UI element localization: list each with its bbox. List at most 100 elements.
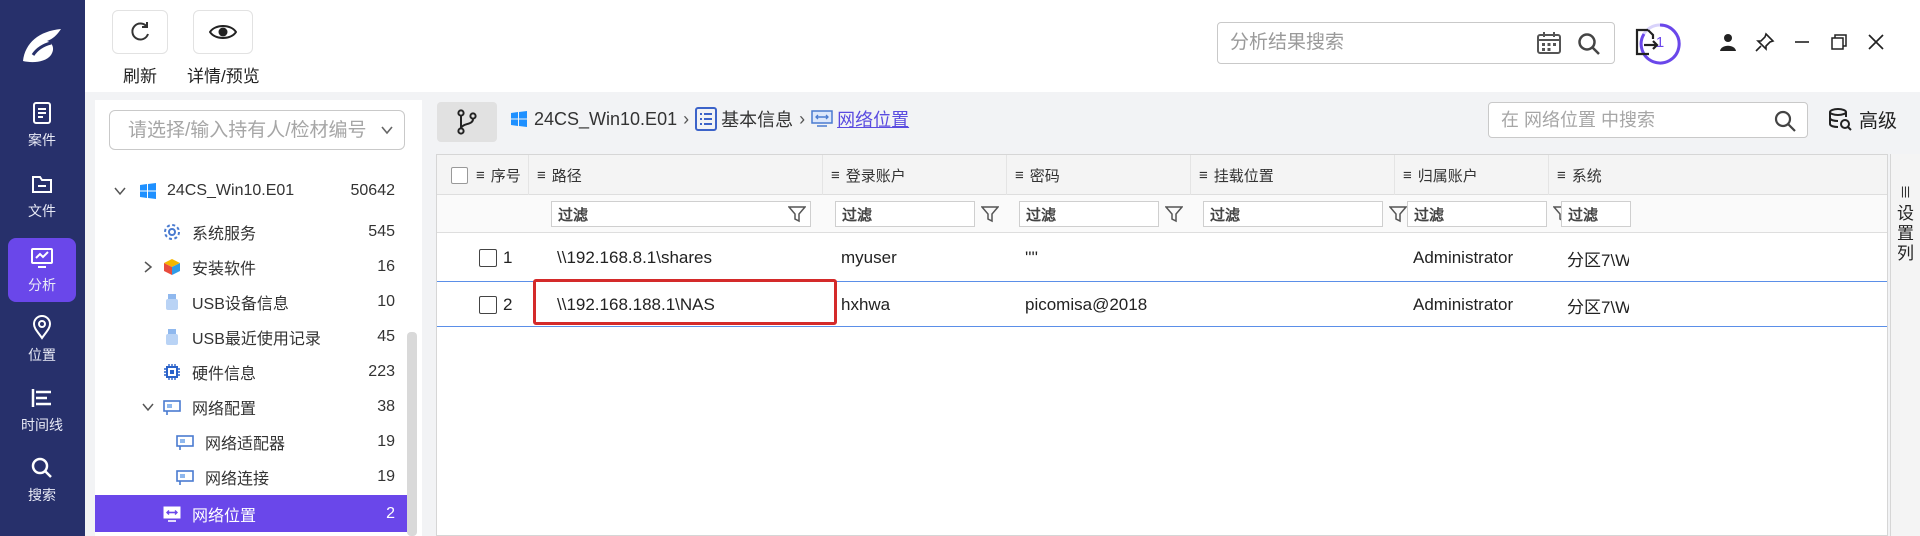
export-icon[interactable] (1632, 28, 1660, 56)
cell-owner[interactable]: Administrator (1413, 235, 1543, 281)
cell-password[interactable]: picomisa@2018 (1025, 282, 1185, 328)
filter-mount[interactable]: 过滤 (1203, 201, 1383, 227)
filter-path[interactable]: 过滤 (551, 201, 811, 227)
analysis-result-search[interactable] (1217, 22, 1615, 64)
usb-icon (166, 328, 178, 345)
tree-item-usb-recent[interactable]: USB最近使用记录 45 (95, 319, 407, 354)
tree-item-hardware[interactable]: 硬件信息 223 (95, 354, 407, 389)
tree-item-system-services[interactable]: 系统服务 545 (95, 214, 407, 249)
cell-login-account[interactable]: myuser (841, 235, 1001, 281)
tree-item-count: 10 (377, 292, 395, 310)
filter-icon[interactable] (1389, 205, 1407, 223)
search-icon[interactable] (1773, 109, 1797, 133)
drag-handle-icon: ≡ (1403, 166, 1412, 184)
table-row[interactable]: 1 \\192.168.8.1\shares myuser '''' Admin… (437, 235, 1887, 281)
table-search-input[interactable] (1501, 110, 1761, 131)
breadcrumb-current[interactable]: 网络位置 (837, 106, 909, 132)
drag-handle-icon: ≡ (831, 166, 840, 184)
col-label: 路径 (551, 167, 582, 185)
nav-case[interactable]: 案件 (8, 93, 76, 157)
case-icon (33, 102, 51, 124)
tree-item-network-adapters[interactable]: 网络适配器 19 (95, 424, 407, 459)
close-icon[interactable] (1862, 28, 1890, 56)
cell-mount[interactable] (1209, 282, 1389, 328)
analysis-search-input[interactable] (1230, 32, 1520, 54)
col-header-password[interactable]: ≡ 密码 (1007, 155, 1191, 195)
filter-password[interactable]: 过滤 (1019, 201, 1159, 227)
tree-item-network-config[interactable]: 网络配置 38 (95, 389, 407, 424)
nav-analysis[interactable]: 分析 (8, 238, 76, 302)
col-header-owner[interactable]: ≡ 归属账户 (1395, 155, 1549, 195)
tree-item-usb-devices[interactable]: USB设备信息 10 (95, 284, 407, 319)
breadcrumb-middle[interactable]: 基本信息 (721, 106, 793, 132)
cell-system[interactable]: 分区7\W (1567, 282, 1629, 328)
nav-search-label: 搜索 (28, 487, 56, 503)
tree-item-network-locations[interactable]: 网络位置 2 (95, 495, 407, 532)
table-search[interactable] (1488, 102, 1808, 138)
row-index: 2 (503, 295, 513, 314)
nav-case-label: 案件 (28, 132, 56, 148)
filter-icon[interactable] (1165, 205, 1183, 223)
minimize-icon[interactable] (1788, 28, 1816, 56)
list-doc-icon (695, 107, 718, 131)
calendar-icon[interactable] (1536, 31, 1562, 55)
search-icon (31, 457, 52, 478)
filter-system[interactable]: 过滤 (1561, 201, 1631, 227)
cell-owner[interactable]: Administrator (1413, 282, 1543, 328)
nav-location[interactable]: 位置 (8, 308, 76, 372)
detail-preview-button[interactable]: 详情/预览 (187, 10, 260, 87)
tree-item-label: 网络连接 (205, 470, 270, 488)
col-header-index[interactable]: ≡ 序号 (437, 155, 529, 195)
cell-password[interactable]: '''' (1025, 235, 1185, 281)
nav-search[interactable]: 搜索 (8, 448, 76, 512)
user-icon[interactable] (1714, 28, 1742, 56)
chevron-down-icon[interactable] (113, 184, 127, 198)
pin-icon[interactable] (1751, 28, 1779, 56)
main-content: 24CS_Win10.E01 › 基本信息 › 网络位置 高级 ≡ 序号 ≡ (432, 92, 1920, 536)
row-checkbox[interactable] (479, 249, 497, 267)
tree-item-installed-software[interactable]: 安装软件 16 (95, 249, 407, 284)
breadcrumb-root[interactable]: 24CS_Win10.E01 (534, 109, 677, 130)
col-header-mount[interactable]: ≡ 挂载位置 (1191, 155, 1395, 195)
branch-toggle-button[interactable] (437, 102, 497, 142)
tree-item-count: 16 (377, 257, 395, 275)
cell-login-account[interactable]: hxhwa (841, 282, 1001, 328)
col-label: 登录账户 (845, 167, 906, 185)
cell-path[interactable]: \\192.168.8.1\shares (557, 235, 817, 281)
row-checkbox[interactable] (479, 296, 497, 314)
nav-files[interactable]: 文件 (8, 164, 76, 228)
tree-item-evidence-root[interactable]: 24CS_Win10.E01 50642 (95, 173, 407, 208)
restore-icon[interactable] (1825, 28, 1853, 56)
drag-handle-icon: ≡ (1199, 166, 1208, 184)
network-card-icon (163, 399, 181, 415)
gear-icon (164, 223, 180, 240)
filter-icon[interactable] (788, 205, 806, 223)
col-header-system[interactable]: ≡ 系统 (1549, 155, 1629, 195)
filter-icon[interactable] (981, 205, 999, 223)
holder-evidence-select[interactable] (109, 110, 405, 150)
col-header-path[interactable]: ≡ 路径 (529, 155, 823, 195)
tree-item-network-connections[interactable]: 网络连接 19 (95, 459, 407, 494)
chevron-down-icon[interactable] (141, 400, 155, 414)
select-all-checkbox[interactable] (451, 166, 468, 184)
filter-owner[interactable]: 过滤 (1407, 201, 1547, 227)
top-toolbar: 刷新 详情/预览 1 (85, 0, 1920, 92)
nav-timeline[interactable]: 时间线 (8, 378, 76, 442)
column-settings-panel[interactable]: ||| 设 置 列 (1890, 154, 1920, 536)
network-location-icon (163, 506, 181, 522)
holder-evidence-input[interactable] (128, 120, 368, 142)
analysis-monitor-icon (31, 248, 53, 268)
filter-login-account[interactable]: 过滤 (835, 201, 975, 227)
branch-icon (457, 109, 477, 135)
tree-item-label: 网络位置 (192, 507, 257, 525)
chevron-down-icon[interactable] (380, 123, 394, 137)
chevron-right-icon[interactable] (141, 260, 155, 274)
col-header-login-account[interactable]: ≡ 登录账户 (823, 155, 1007, 195)
refresh-button[interactable]: 刷新 (112, 10, 168, 87)
search-icon[interactable] (1576, 31, 1602, 57)
cell-mount[interactable] (1209, 235, 1389, 281)
drag-grip-icon: ||| (1900, 184, 1911, 198)
tree-scrollbar[interactable] (407, 332, 417, 536)
advanced-search-button[interactable]: 高级 (1827, 106, 1897, 133)
cell-system[interactable]: 分区7\W (1567, 235, 1629, 281)
